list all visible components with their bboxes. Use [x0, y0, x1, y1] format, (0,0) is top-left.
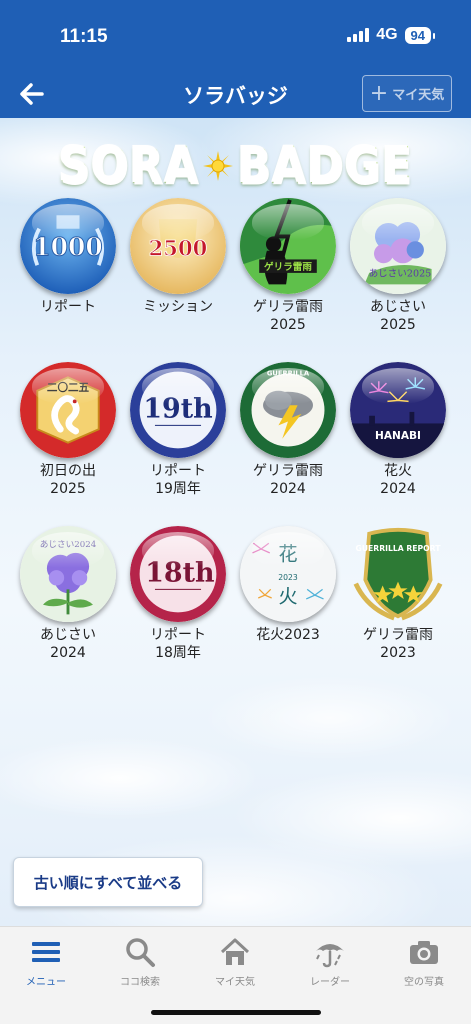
badge-label: リポート	[40, 299, 96, 315]
tab-label: ココ検索	[120, 977, 160, 988]
svg-text:1000: 1000	[33, 233, 102, 262]
badge-label: リポート 19周年	[150, 463, 206, 497]
badge-guerrilla-2025[interactable]: ゲリラ雷雨 ゲリラ雷雨 2025	[233, 198, 343, 334]
badge-image: GUERRILLA REPORT	[350, 526, 446, 622]
badge-image: GUERRILLA	[240, 362, 336, 458]
badge-label: あじさい 2025	[370, 299, 426, 333]
add-my-weather-button[interactable]: + マイ天気	[362, 75, 452, 112]
badge-image: あじさい2024	[20, 526, 116, 622]
badge-label: ゲリラ雷雨 2025	[253, 299, 323, 333]
svg-text:ゲリラ雷雨: ゲリラ雷雨	[264, 261, 312, 273]
search-icon	[126, 938, 155, 967]
tab-label: レーダー	[310, 977, 350, 988]
badge-label: 初日の出 2025	[40, 463, 96, 497]
add-my-weather-label: マイ天気	[392, 88, 445, 103]
svg-text:19th: 19th	[143, 394, 212, 425]
badge-report-1000[interactable]: 1000 リポート	[13, 198, 123, 316]
badge-hanabi-2023[interactable]: 花 火 2023 花火2023	[233, 526, 343, 644]
badge-label: あじさい 2024	[40, 627, 96, 661]
tab-label: メニュー	[26, 977, 66, 988]
badge-ajisai-2025[interactable]: あじさい2025 あじさい 2025	[343, 198, 453, 334]
signal-icon	[347, 28, 370, 42]
svg-text:18th: 18th	[145, 558, 214, 589]
badge-image: ゲリラ雷雨	[240, 198, 336, 294]
badge-report-18th[interactable]: 18th リポート 18周年	[123, 526, 233, 662]
tab-menu[interactable]: メニュー	[6, 935, 86, 988]
badge-label: 花火 2024	[380, 463, 416, 497]
badge-ajisai-2024[interactable]: あじさい2024 あじさい 2024	[13, 526, 123, 662]
logo-text-right: BADGE	[237, 136, 413, 196]
tab-label: マイ天気	[215, 977, 255, 988]
badge-mission-2500[interactable]: 2500 ミッション	[123, 198, 233, 316]
svg-text:あじさい2024: あじさい2024	[40, 539, 97, 550]
badge-guerrilla-2024[interactable]: GUERRILLA ゲリラ雷雨 2024	[233, 362, 343, 498]
badge-report-19th[interactable]: 19th リポート 19周年	[123, 362, 233, 498]
badge-hatsuhinode-2025[interactable]: 二〇二五 初日の出 2025	[13, 362, 123, 498]
svg-text:2023: 2023	[278, 573, 298, 582]
svg-text:二〇二五: 二〇二五	[47, 381, 90, 394]
badge-label: ゲリラ雷雨 2024	[253, 463, 323, 497]
badge-image: 花 火 2023	[240, 526, 336, 622]
tab-search[interactable]: ココ検索	[100, 935, 180, 988]
badge-image: HANABI	[350, 362, 446, 458]
badge-label: リポート 18周年	[150, 627, 206, 661]
svg-text:あじさい2025: あじさい2025	[369, 269, 432, 280]
badge-guerrilla-2023[interactable]: GUERRILLA REPORT ゲリラ雷雨 2023	[343, 526, 453, 662]
logo-text-left: SORA	[58, 136, 200, 196]
badge-image: 2500	[130, 198, 226, 294]
network-type: 4G	[376, 26, 398, 43]
svg-text:HANABI: HANABI	[375, 430, 421, 442]
sort-oldest-button[interactable]: 古い順にすべて並べる	[13, 857, 203, 907]
svg-text:火: 火	[278, 585, 297, 608]
badge-label: ゲリラ雷雨 2023	[363, 627, 433, 661]
camera-icon	[410, 941, 438, 964]
svg-text:2500: 2500	[149, 236, 208, 261]
svg-text:花: 花	[278, 543, 297, 566]
home-indicator	[151, 1010, 321, 1015]
umbrella-icon	[316, 944, 344, 968]
sun-icon	[203, 151, 234, 181]
badge-image: 18th	[130, 526, 226, 622]
battery-level: 94	[404, 26, 436, 44]
sora-badge-logo: SORA BADGE	[0, 136, 471, 196]
status-indicators: 4G 94	[347, 26, 436, 44]
svg-text:GUERRILLA: GUERRILLA	[267, 369, 310, 377]
status-time: 11:15	[60, 26, 108, 47]
svg-text:GUERRILLA REPORT: GUERRILLA REPORT	[356, 544, 442, 553]
status-bar: 11:15 4G 94	[0, 0, 471, 70]
plus-icon: +	[369, 80, 389, 106]
badge-content[interactable]: SORA BADGE 1000 リポート 2500 ミッション ゲリラ雷雨 ゲリ…	[0, 118, 471, 926]
tab-sky-photos[interactable]: 空の写真	[384, 935, 464, 988]
tab-radar[interactable]: レーダー	[290, 935, 370, 988]
tab-label: 空の写真	[404, 977, 444, 988]
badge-label: ミッション	[143, 299, 213, 315]
badge-image: 19th	[130, 362, 226, 458]
badge-image: 1000	[20, 198, 116, 294]
badge-image: 二〇二五	[20, 362, 116, 458]
home-icon	[220, 938, 250, 965]
nav-bar: ソラバッジ + マイ天気	[0, 70, 471, 118]
tab-my-weather[interactable]: マイ天気	[195, 935, 275, 988]
badge-hanabi-2024[interactable]: HANABI 花火 2024	[343, 362, 453, 498]
badge-label: 花火2023	[256, 627, 320, 643]
badge-image: あじさい2025	[350, 198, 446, 294]
menu-icon	[32, 942, 60, 962]
